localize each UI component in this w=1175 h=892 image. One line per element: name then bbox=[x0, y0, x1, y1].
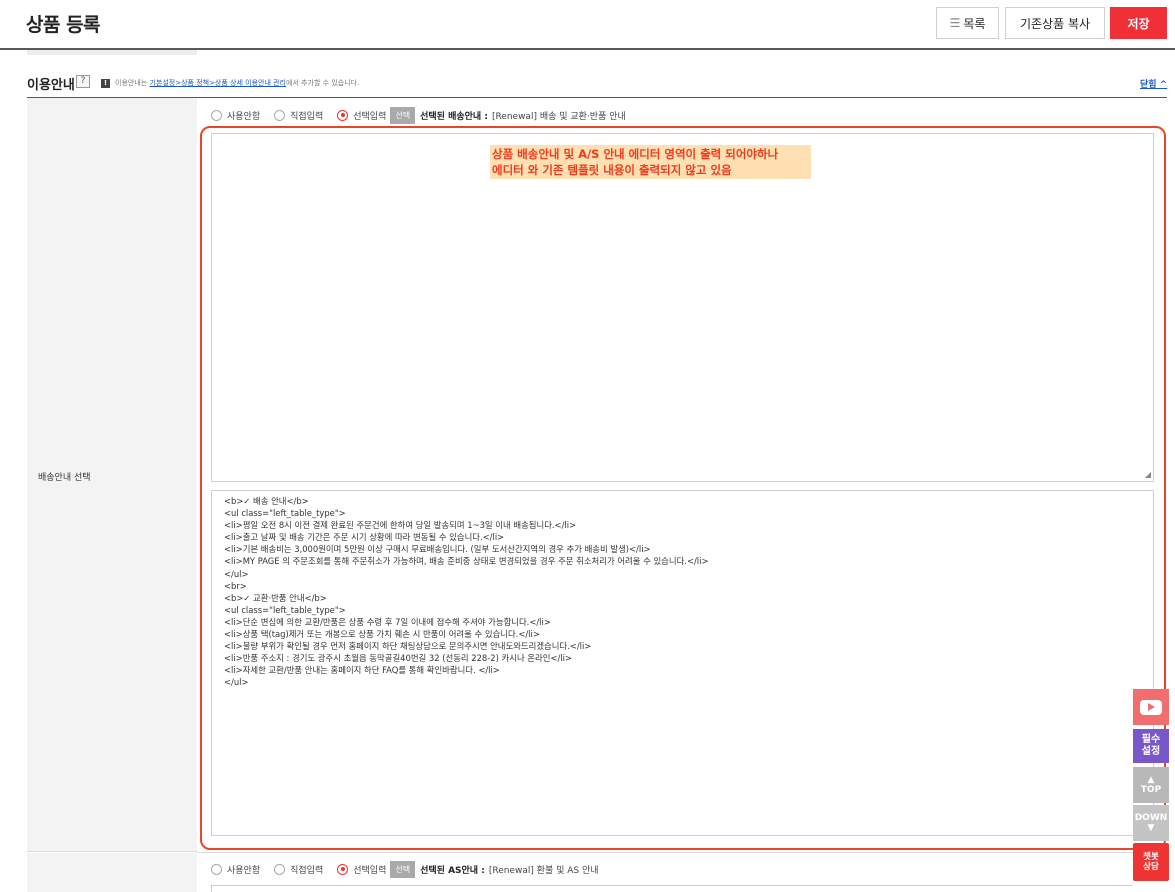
radio-icon bbox=[211, 109, 222, 121]
delivery-options: 사용안함 직접입력 선택입력 선택 선택된 배송안내 : [Renewal] 배… bbox=[211, 106, 626, 124]
settings-link[interactable]: 기본설정>상품 정책>상품 상세 이용안내 관리 bbox=[149, 79, 286, 87]
section-divider bbox=[27, 97, 1167, 98]
top-label: TOP bbox=[1140, 785, 1162, 795]
delivery-option-none[interactable]: 사용안함 bbox=[211, 109, 260, 122]
option-label: 선택입력 bbox=[353, 111, 387, 122]
delivery-select-button[interactable]: 선택 bbox=[390, 106, 416, 124]
help-icon[interactable]: ? bbox=[76, 75, 90, 88]
selected-delivery-label: 선택된 배송안내 : bbox=[420, 111, 488, 122]
row-divider bbox=[197, 852, 1167, 853]
scroll-top-button[interactable]: ▲ TOP bbox=[1133, 767, 1169, 803]
radio-selected-icon bbox=[337, 863, 349, 875]
option-label: 선택입력 bbox=[353, 865, 387, 876]
as-select-button[interactable]: 선택 bbox=[390, 860, 416, 878]
section-description: 이용안내는 기본설정>상품 정책>상품 상세 이용안내 관리에서 추가할 수 있… bbox=[115, 78, 359, 88]
required-label-1: 필수 bbox=[1141, 734, 1161, 745]
radio-icon bbox=[274, 863, 286, 875]
chatbot-button[interactable]: 챗봇 상담 bbox=[1133, 843, 1169, 881]
delivery-option-direct[interactable]: 직접입력 bbox=[274, 109, 323, 122]
selected-delivery-value: [Renewal] 배송 및 교환·반품 안내 bbox=[491, 111, 626, 122]
arrow-up-icon: ▲ bbox=[1147, 775, 1155, 785]
list-button[interactable]: ☰ 목록 bbox=[936, 7, 999, 39]
required-label-2: 설정 bbox=[1141, 746, 1161, 757]
down-label: DOWN bbox=[1134, 813, 1168, 823]
label-column-as bbox=[27, 853, 197, 892]
delivery-row-label: 배송안내 선택 bbox=[38, 473, 91, 483]
arrow-down-icon: ▼ bbox=[1147, 823, 1155, 833]
as-editor-area[interactable] bbox=[211, 885, 1133, 892]
selected-as-value: [Renewal] 환불 및 AS 안내 bbox=[488, 865, 599, 876]
collapse-link[interactable]: 닫힘 ^ bbox=[1140, 77, 1167, 90]
list-icon: ☰ bbox=[949, 16, 961, 30]
required-settings-button[interactable]: 필수 설정 bbox=[1133, 729, 1169, 763]
chat-label-1: 챗봇 bbox=[1143, 852, 1159, 862]
save-button[interactable]: 저장 bbox=[1110, 7, 1167, 39]
chat-label-2: 상담 bbox=[1143, 862, 1159, 872]
copy-product-button[interactable]: 기존상품 복사 bbox=[1005, 7, 1105, 39]
youtube-button[interactable] bbox=[1133, 689, 1169, 725]
desc-suffix: 에서 추가할 수 있습니다. bbox=[286, 79, 360, 87]
scroll-down-button[interactable]: DOWN ▼ bbox=[1133, 805, 1169, 841]
notice-icon: ! bbox=[101, 79, 110, 88]
page-title: 상품 등록 bbox=[26, 14, 101, 36]
radio-icon bbox=[274, 109, 286, 121]
as-option-select[interactable]: 선택입력 bbox=[337, 863, 386, 876]
selected-as-label: 선택된 AS안내 : bbox=[420, 865, 485, 876]
previous-section-edge bbox=[27, 50, 197, 55]
option-label: 사용안함 bbox=[227, 865, 261, 876]
delivery-option-select[interactable]: 선택입력 bbox=[337, 109, 386, 122]
as-option-none[interactable]: 사용안함 bbox=[211, 863, 260, 876]
option-label: 직접입력 bbox=[290, 865, 324, 876]
section-title: 이용안내 bbox=[27, 78, 75, 93]
radio-icon bbox=[211, 863, 222, 875]
youtube-icon bbox=[1140, 699, 1162, 715]
option-label: 직접입력 bbox=[290, 111, 324, 122]
as-option-direct[interactable]: 직접입력 bbox=[274, 863, 323, 876]
as-options: 사용안함 직접입력 선택입력 선택 선택된 AS안내 : [Renewal] 환… bbox=[211, 860, 599, 878]
radio-selected-icon bbox=[337, 109, 349, 121]
option-label: 사용안함 bbox=[227, 111, 261, 122]
annotation-outline bbox=[200, 126, 1166, 850]
desc-prefix: 이용안내는 bbox=[115, 79, 150, 87]
list-button-label: 목록 bbox=[963, 16, 986, 31]
